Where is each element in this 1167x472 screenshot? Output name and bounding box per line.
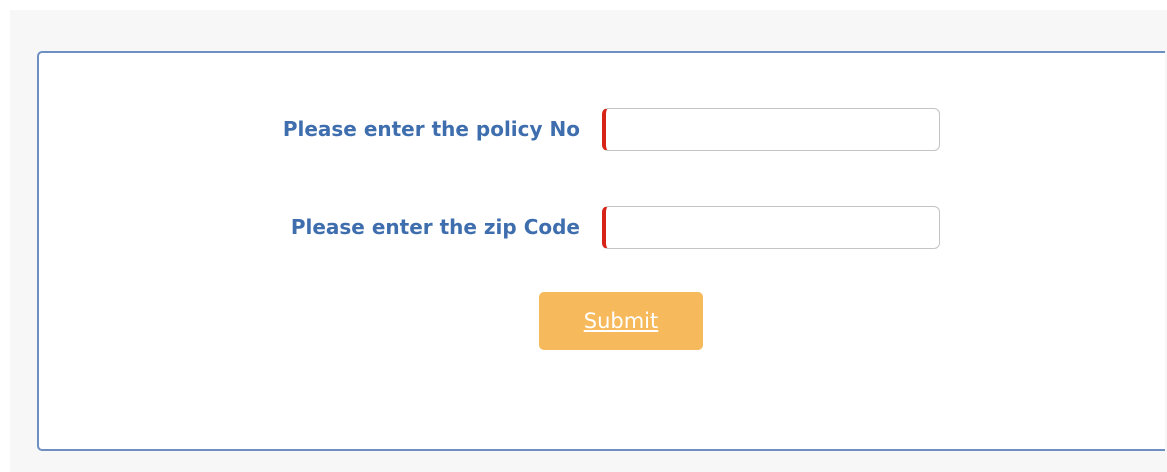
policy-number-label: Please enter the policy No [282, 117, 580, 141]
zip-code-label: Please enter the zip Code [290, 215, 580, 239]
policy-number-input[interactable] [602, 108, 940, 151]
policy-lookup-form: Please enter the policy No Please enter … [37, 51, 1165, 451]
submit-button[interactable]: Submit [539, 292, 703, 350]
zip-code-input[interactable] [602, 206, 940, 249]
